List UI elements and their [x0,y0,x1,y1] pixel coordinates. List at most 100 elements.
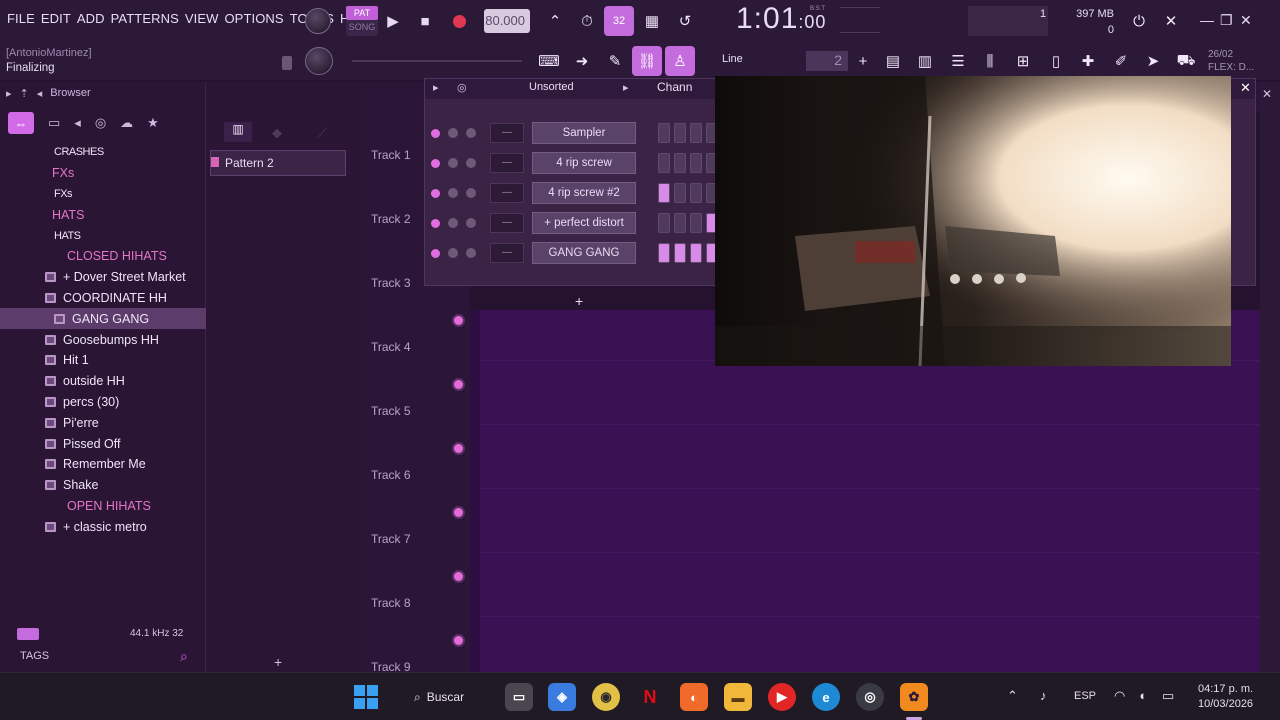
pencil-icon[interactable]: ✐ [1106,46,1136,76]
position-slider[interactable] [352,60,522,62]
globe-icon[interactable]: ◎ [95,115,106,131]
channel-pan-knob[interactable] [466,218,476,228]
browser-icon[interactable]: ⊞ [1008,46,1038,76]
add-pattern-icon[interactable]: + [848,46,878,76]
wait-record-icon[interactable]: ⏱ [572,6,602,36]
step-button[interactable] [690,123,702,143]
track-label[interactable]: Track 6 [371,468,411,482]
channel-led[interactable] [431,128,440,138]
track-label[interactable]: Track 4 [371,340,411,354]
browser-item[interactable]: Goosebumps HH [0,329,206,350]
piano-icon[interactable]: ▥ [224,122,252,142]
channel-volume-knob[interactable] [448,218,458,228]
master-volume-knob[interactable] [305,8,331,34]
step-button[interactable] [690,213,702,233]
stamp-icon[interactable]: ♙ [665,46,695,76]
pattern-item[interactable]: Pattern 2 [210,150,346,176]
track-label[interactable]: Track 7 [371,532,411,546]
channel-name-button[interactable]: + perfect distort [532,212,636,234]
filter-arrow-icon[interactable]: ▸ [623,81,629,94]
overlay-close-icon[interactable]: ✕ [1240,80,1251,96]
browser-item[interactable]: CRASHES [0,142,206,163]
step-button[interactable] [674,213,686,233]
cart-icon[interactable]: ⛟ [1171,46,1201,76]
browser-item[interactable]: FXs [0,163,206,184]
mixer-track-box[interactable]: — [490,153,524,173]
minimize-icon[interactable]: — [1200,12,1214,28]
playlist-icon[interactable]: ▤ [878,46,908,76]
step-button[interactable] [674,123,686,143]
plug-icon[interactable]: ✚ [1073,46,1103,76]
rack-filter[interactable]: Unsorted [529,81,574,93]
copilot-icon[interactable]: ◈ [548,683,576,711]
speaker-icon[interactable]: ◂ [74,115,81,131]
browser-item[interactable]: Hit 1 [0,350,206,371]
recorder-icon[interactable]: ◐ [680,683,708,711]
channel-led[interactable] [431,158,440,168]
track-label[interactable]: Track 2 [371,212,411,226]
file-explorer-icon[interactable]: ▬ [724,683,752,711]
track-mute-led[interactable] [454,636,463,645]
obs-icon[interactable]: ◎ [856,683,884,711]
step-sequencer[interactable] [658,123,718,143]
browser-item[interactable]: Shake [0,475,206,496]
all-files-icon[interactable]: ⇔ [8,112,34,134]
track-mute-led[interactable] [454,316,463,325]
channel-volume-knob[interactable] [448,158,458,168]
step-button[interactable] [674,183,686,203]
channel-row[interactable]: — + perfect distort [431,211,718,235]
track-mute-led[interactable] [454,572,463,581]
step-button[interactable] [674,243,686,263]
menu-arrow-icon[interactable]: ▸ [6,87,12,100]
mixer-track-box[interactable]: — [490,213,524,233]
step-button[interactable] [658,123,670,143]
news-panel[interactable]: 26/02 FLEX: D... [1208,48,1254,74]
add-channel-icon[interactable]: + [575,293,583,309]
channel-pan-knob[interactable] [466,188,476,198]
step-button[interactable] [690,183,702,203]
step-button[interactable] [690,243,702,263]
track-label[interactable]: Track 3 [371,276,411,290]
menu-item-file[interactable]: FILE [4,9,38,28]
channel-led[interactable] [431,188,440,198]
browser-item[interactable]: percs (30) [0,392,206,413]
browser-item[interactable]: Pi'erre [0,412,206,433]
channel-pan-knob[interactable] [466,128,476,138]
up-arrow-icon[interactable]: ⇡ [20,87,29,100]
back-arrow-icon[interactable]: ◂ [37,87,43,100]
browser-item[interactable]: Pissed Off [0,433,206,454]
netflix-icon[interactable]: N [636,683,664,711]
loop-record-icon[interactable]: ↺ [670,6,700,36]
channel-name-button[interactable]: Sampler [532,122,636,144]
browser-item[interactable]: FXs [0,184,206,205]
channel-name-button[interactable]: 4 rip screw [532,152,636,174]
sliders-icon[interactable]: ⫼ [975,46,1005,76]
browser-item[interactable]: + classic metro [0,516,206,537]
step-sequencer[interactable] [658,153,718,173]
menu-item-add[interactable]: ADD [74,9,108,28]
step-sequencer[interactable] [658,183,718,203]
menu-item-view[interactable]: VIEW [182,9,222,28]
tags-label[interactable]: TAGS [20,650,49,662]
maximize-icon[interactable]: ❐ [1220,12,1233,29]
pattern-number[interactable]: 2 [806,51,848,71]
panic-icon[interactable]: ✕ [1156,6,1186,36]
preview-play-icon[interactable] [17,628,39,640]
browser-item[interactable]: HATS [0,225,206,246]
track-label[interactable]: Track 8 [371,596,411,610]
menu-item-patterns[interactable]: PATTERNS [108,9,182,28]
master-pitch-knob[interactable] [305,47,333,75]
channel-name-button[interactable]: 4 rip screw #2 [532,182,636,204]
channel-row[interactable]: — 4 rip screw #2 [431,181,718,205]
track-label[interactable]: Track 5 [371,404,411,418]
step-button[interactable] [658,213,670,233]
mixer-track-box[interactable]: — [490,243,524,263]
browser-item[interactable]: GANG GANG [0,308,206,330]
tray-chevron-icon[interactable]: ⌃ [1007,688,1018,704]
track-mute-led[interactable] [454,508,463,517]
plugin-icon[interactable]: ▯ [1041,46,1071,76]
mixer-track-box[interactable]: — [490,183,524,203]
channel-rack-icon[interactable]: ▥ [910,46,940,76]
snap-mode-select[interactable]: Line [718,51,784,71]
channel-name-button[interactable]: GANG GANG [532,242,636,264]
